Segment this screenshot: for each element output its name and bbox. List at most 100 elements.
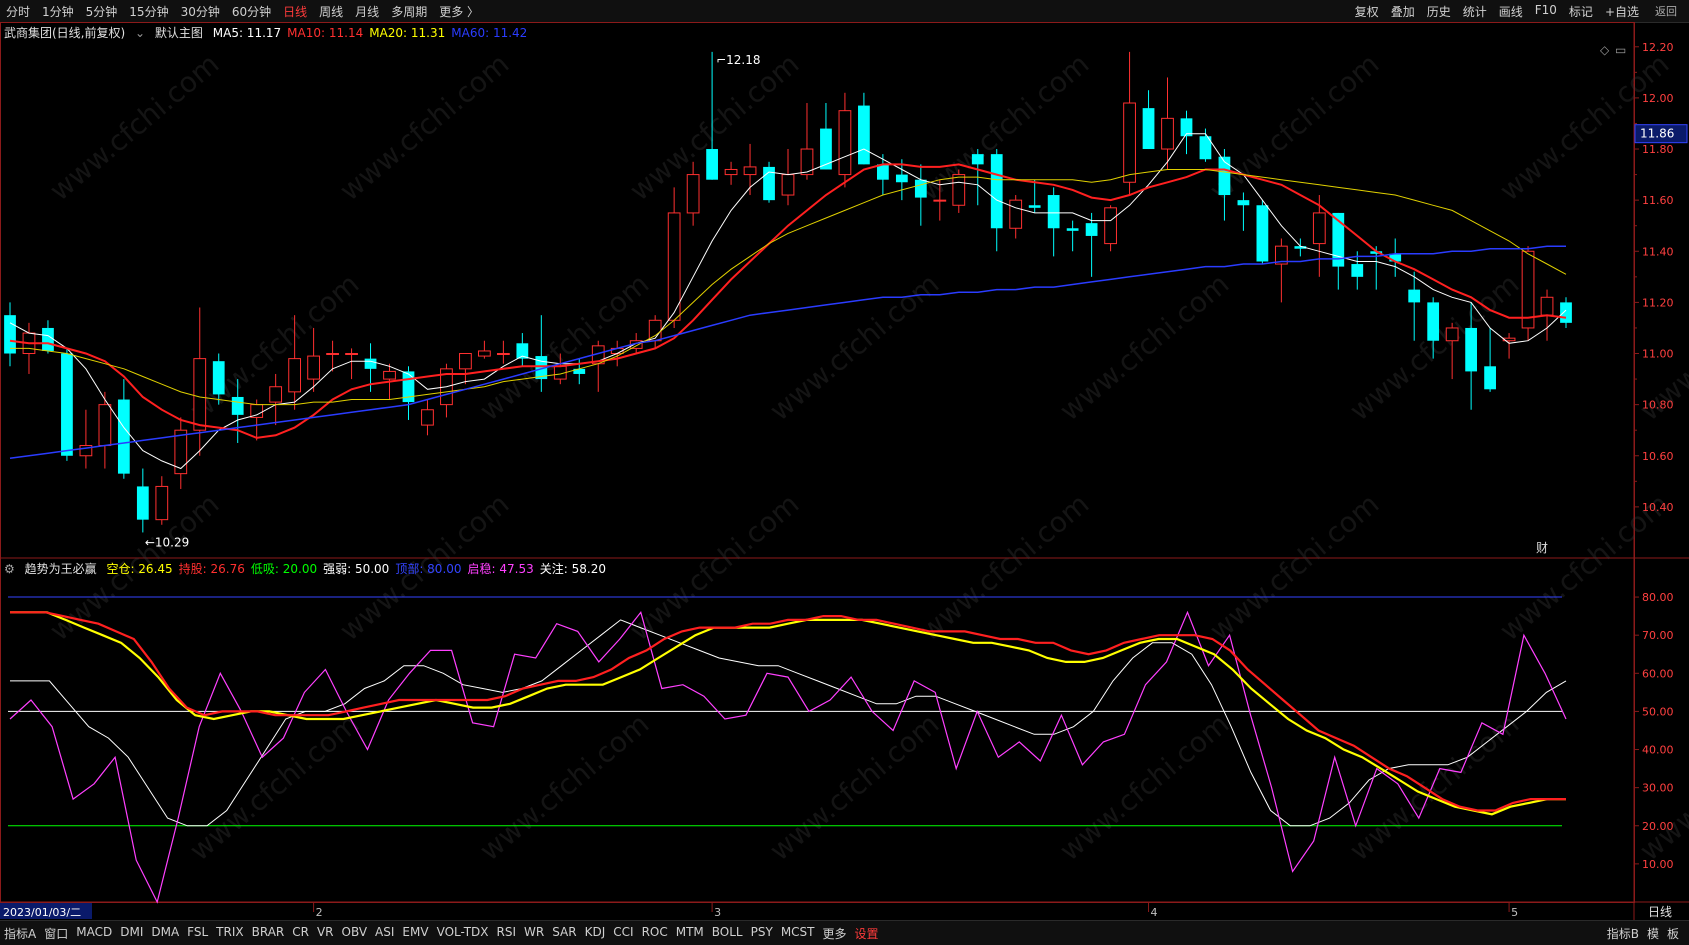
indicator-tab-8[interactable]: CR bbox=[288, 925, 313, 942]
right-tab-0[interactable]: 指标B bbox=[1603, 925, 1643, 942]
tool-button-1[interactable]: 叠加 bbox=[1385, 3, 1421, 20]
indicator-legend-5: 启稳: 47.53 bbox=[467, 562, 534, 576]
ma-legend-3: MA60: 11.42 bbox=[451, 26, 528, 40]
indicator-tab-15[interactable]: WR bbox=[520, 925, 548, 942]
main-legend: 武商集团(日线,前复权) ⌄ 默认主图 MA5: 11.17 MA10: 11.1… bbox=[4, 24, 539, 41]
back-button[interactable]: 返回 bbox=[1649, 3, 1683, 19]
candle-body bbox=[1484, 366, 1496, 390]
tool-button-5[interactable]: F10 bbox=[1529, 3, 1563, 20]
price-tick-label: 12.20 bbox=[1642, 41, 1674, 54]
period-tab-5[interactable]: 60分钟 bbox=[226, 3, 277, 20]
candle-body bbox=[42, 327, 54, 351]
period-tab-2[interactable]: 5分钟 bbox=[80, 3, 124, 20]
indicator-tick-label: 70.00 bbox=[1642, 629, 1674, 642]
tool-button-7[interactable]: +自选 bbox=[1599, 3, 1645, 20]
period-tab-10[interactable]: 更多 〉 bbox=[433, 3, 485, 20]
tool-button-6[interactable]: 标记 bbox=[1563, 3, 1599, 20]
indicator-tab-22[interactable]: PSY bbox=[747, 925, 777, 942]
candle-body bbox=[1066, 228, 1079, 231]
template-label[interactable]: 默认主图 bbox=[155, 26, 203, 40]
settings-icon[interactable]: ⚙ bbox=[4, 562, 15, 576]
indicator-tab-21[interactable]: BOLL bbox=[708, 925, 747, 942]
indicator-title: 趋势为王必赢 bbox=[24, 562, 97, 576]
candle-body bbox=[231, 396, 244, 415]
candle-body bbox=[1540, 296, 1554, 316]
watermark-text: www.cfchi.com bbox=[1343, 267, 1525, 427]
indicator-tab-19[interactable]: ROC bbox=[638, 925, 672, 942]
stock-chart[interactable]: www.cfchi.com www.cfchi.com www.cfchi.com w… bbox=[0, 22, 1689, 920]
candle-body bbox=[326, 353, 339, 356]
tool-button-4[interactable]: 画线 bbox=[1493, 3, 1529, 20]
min-price-label: ←10.29 bbox=[145, 535, 189, 549]
candle-body bbox=[820, 128, 832, 170]
candle-body bbox=[1085, 223, 1098, 236]
period-tab-6[interactable]: 日线 bbox=[277, 3, 313, 20]
price-tick-label: 11.20 bbox=[1642, 296, 1674, 309]
candle-body bbox=[1312, 212, 1326, 245]
candle-body bbox=[1427, 302, 1440, 341]
tool-button-3[interactable]: 统计 bbox=[1457, 3, 1493, 20]
indicator-legend-4: 顶部: 80.00 bbox=[395, 562, 462, 576]
watermark-text: www.cfchi.com bbox=[763, 707, 945, 867]
period-tab-1[interactable]: 1分钟 bbox=[36, 3, 80, 20]
candle-body bbox=[288, 358, 302, 393]
indicator-tab-13[interactable]: VOL-TDX bbox=[433, 925, 493, 942]
tool-button-2[interactable]: 历史 bbox=[1421, 3, 1457, 20]
period-tab-3[interactable]: 15分钟 bbox=[123, 3, 174, 20]
indicator-tab-14[interactable]: RSI bbox=[493, 925, 521, 942]
indicator-tab-17[interactable]: KDJ bbox=[581, 925, 610, 942]
candle-body bbox=[117, 399, 130, 474]
period-tab-4[interactable]: 30分钟 bbox=[175, 3, 226, 20]
indicator-tab-0[interactable]: 指标A bbox=[0, 925, 40, 942]
candle-body bbox=[914, 179, 927, 198]
period-tab-0[interactable]: 分时 bbox=[0, 3, 36, 20]
candle-body bbox=[1142, 108, 1155, 150]
candle-body bbox=[1408, 289, 1421, 303]
indicator-tab-12[interactable]: EMV bbox=[398, 925, 432, 942]
indicator-tab-6[interactable]: TRIX bbox=[212, 925, 247, 942]
watermark-text: www.cfchi.com bbox=[913, 487, 1095, 647]
indicator-tab-3[interactable]: DMI bbox=[116, 925, 147, 942]
chart-frame bbox=[0, 22, 1635, 903]
candle-body bbox=[193, 358, 207, 431]
right-tab-1[interactable]: 模 bbox=[1643, 925, 1663, 942]
candle-body bbox=[212, 361, 225, 395]
candle-body bbox=[421, 409, 434, 426]
indicator-tab-20[interactable]: MTM bbox=[672, 925, 708, 942]
price-tick-label: 10.60 bbox=[1642, 450, 1674, 463]
period-tab-7[interactable]: 周线 bbox=[313, 3, 349, 20]
indicator-tab-10[interactable]: OBV bbox=[338, 925, 372, 942]
candle-body bbox=[1161, 117, 1174, 150]
chevron-down-icon[interactable]: ⌄ bbox=[135, 26, 145, 40]
indicator-tick-label: 50.00 bbox=[1642, 705, 1674, 718]
watermark-text: www.cfchi.com bbox=[333, 47, 515, 207]
period-tab-9[interactable]: 多周期 bbox=[385, 3, 433, 20]
candle-body bbox=[345, 353, 358, 356]
indicator-tab-9[interactable]: VR bbox=[313, 925, 338, 942]
indicator-tab-24[interactable]: 更多 bbox=[819, 925, 851, 942]
indicator-tab-1[interactable]: 窗口 bbox=[40, 925, 72, 942]
max-price-label: ⌐12.18 bbox=[716, 53, 760, 67]
indicator-tab-23[interactable]: MCST bbox=[777, 925, 819, 942]
indicator-tab-25[interactable]: 设置 bbox=[851, 925, 883, 942]
indicator-tick-label: 30.00 bbox=[1642, 782, 1674, 795]
indicator-tab-2[interactable]: MACD bbox=[72, 925, 116, 942]
right-tab-2[interactable]: 板 bbox=[1663, 925, 1683, 942]
period-toolbar: 分时 1分钟 5分钟 15分钟 30分钟 60分钟 日线 周线 月线 多周期 更多 〉 复权 叠加 历史… bbox=[0, 0, 1689, 23]
period-tab-8[interactable]: 月线 bbox=[349, 3, 385, 20]
candle-body bbox=[1465, 327, 1478, 372]
indicator-legend-3: 强弱: 50.00 bbox=[323, 562, 390, 576]
watermark-text: www.cfchi.com bbox=[763, 267, 945, 427]
indicator-tab-4[interactable]: DMA bbox=[147, 925, 183, 942]
finance-caption-label: 财 bbox=[1536, 541, 1548, 555]
watermark-text: www.cfchi.com bbox=[1203, 487, 1385, 647]
indicator-tab-5[interactable]: FSL bbox=[183, 925, 212, 942]
candle-body bbox=[858, 105, 870, 165]
candle-body bbox=[136, 486, 149, 520]
indicator-tab-18[interactable]: CCI bbox=[609, 925, 637, 942]
tool-button-0[interactable]: 复权 bbox=[1349, 3, 1385, 20]
indicator-tab-7[interactable]: BRAR bbox=[248, 925, 289, 942]
indicator-tab-16[interactable]: SAR bbox=[548, 925, 580, 942]
indicator-tab-11[interactable]: ASI bbox=[371, 925, 398, 942]
indicator-tick-label: 10.00 bbox=[1642, 858, 1674, 871]
